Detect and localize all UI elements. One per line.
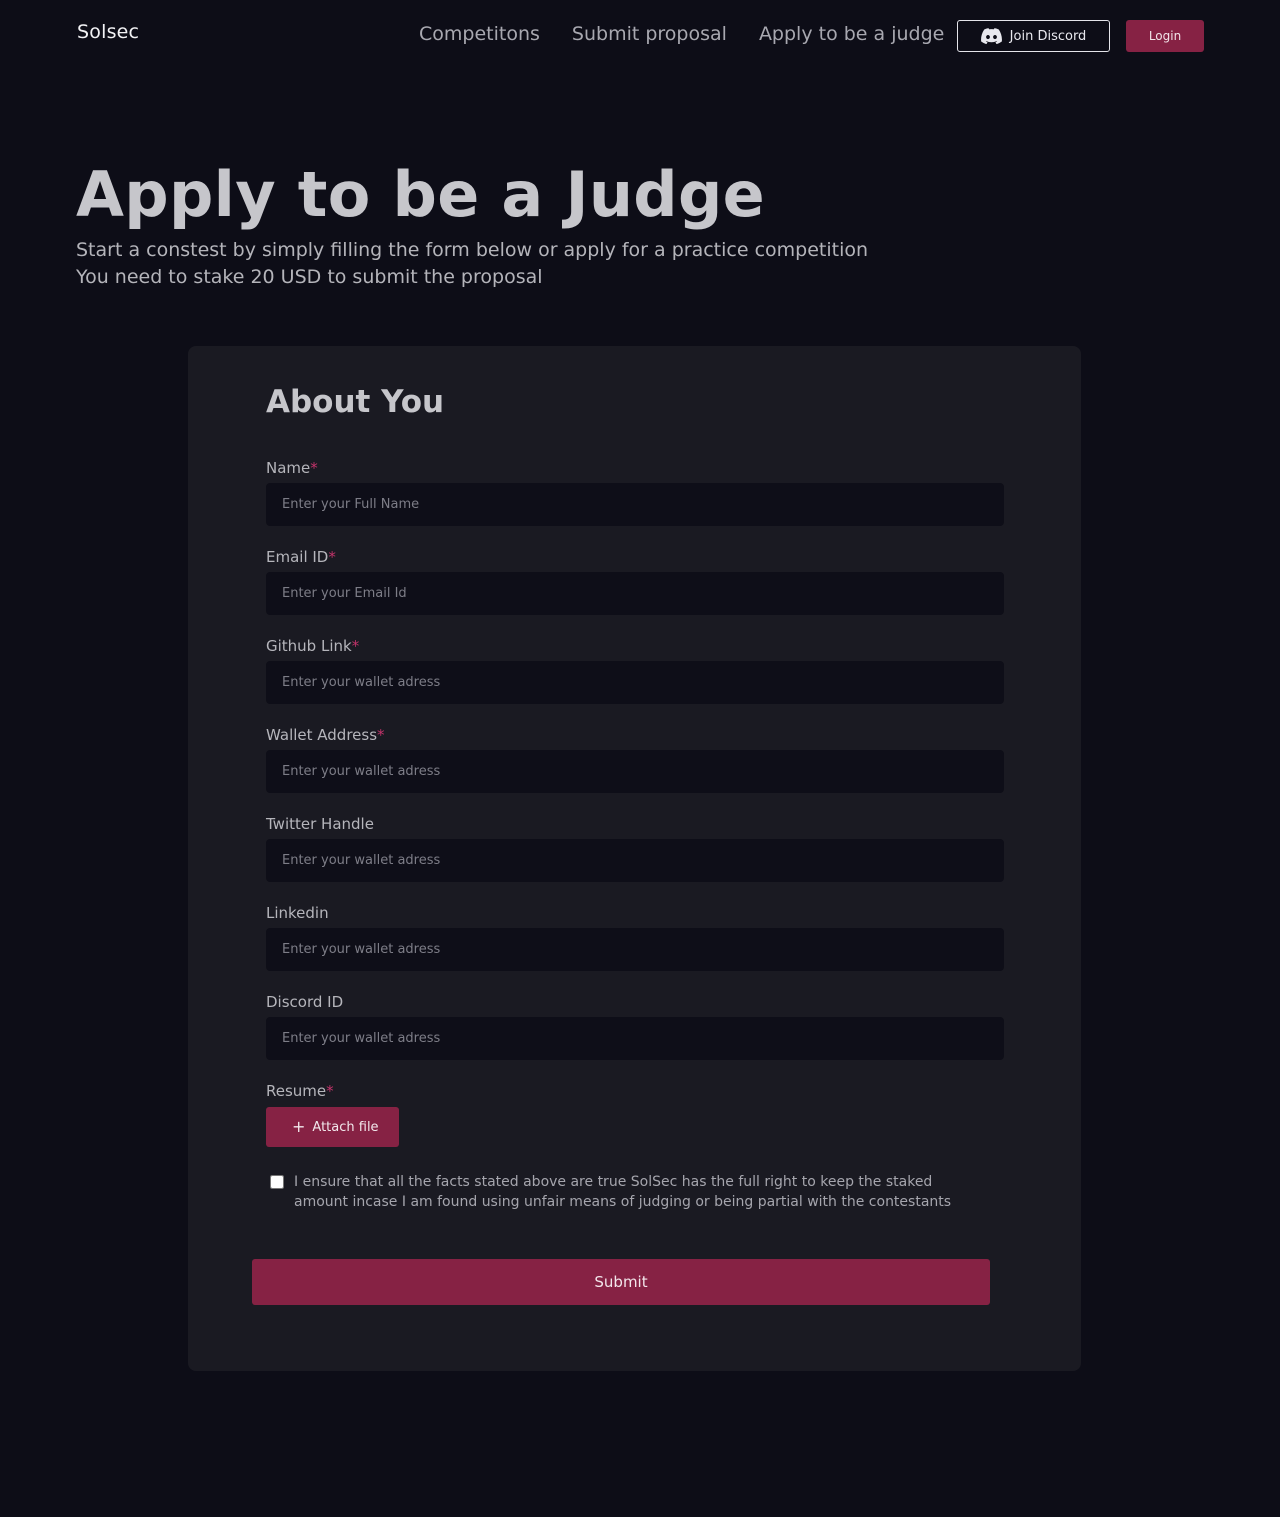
name-label-text: Name — [266, 459, 311, 477]
discord-input[interactable] — [266, 1017, 1004, 1060]
attach-file-label: Attach file — [312, 1119, 379, 1135]
required-marker: * — [328, 548, 336, 566]
discord-label: Discord ID — [266, 993, 344, 1011]
application-form-card: About You Name* Email ID* Github Link* W… — [188, 346, 1081, 1371]
linkedin-input[interactable] — [266, 928, 1004, 971]
github-label-text: Github Link — [266, 637, 352, 655]
discord-icon — [980, 28, 1002, 44]
required-marker: * — [377, 726, 385, 744]
nav-link-apply-judge[interactable]: Apply to be a judge — [759, 23, 944, 45]
resume-label: Resume* — [266, 1080, 1004, 1102]
consent-row[interactable]: I ensure that all the facts stated above… — [270, 1172, 970, 1212]
resume-field-group: Resume* + Attach file — [266, 1080, 1004, 1147]
linkedin-label: Linkedin — [266, 904, 329, 922]
github-input[interactable] — [266, 661, 1004, 704]
wallet-label: Wallet Address* — [266, 724, 1004, 746]
wallet-label-text: Wallet Address — [266, 726, 378, 744]
required-marker: * — [310, 459, 318, 477]
wallet-input[interactable] — [266, 750, 1004, 793]
resume-label-text: Resume — [266, 1082, 327, 1100]
attach-file-button[interactable]: + Attach file — [266, 1107, 399, 1147]
consent-text: I ensure that all the facts stated above… — [294, 1174, 952, 1210]
top-nav: Solsec Competitons Submit proposal Apply… — [0, 0, 1280, 72]
twitter-field-group: Twitter Handle — [266, 813, 1004, 882]
twitter-input[interactable] — [266, 839, 1004, 882]
linkedin-field-group: Linkedin — [266, 902, 1004, 971]
nav-link-submit-proposal[interactable]: Submit proposal — [572, 23, 727, 45]
email-field-group: Email ID* — [266, 546, 1004, 615]
wallet-field-group: Wallet Address* — [266, 724, 1004, 793]
nav-link-competitions[interactable]: Competitons — [419, 23, 540, 45]
page-subtitle: Start a constest by simply filling the f… — [76, 237, 868, 291]
page-title: Apply to be a Judge — [76, 158, 765, 231]
discord-field-group: Discord ID — [266, 991, 1004, 1060]
brand-logo[interactable]: Solsec — [77, 21, 139, 43]
twitter-label: Twitter Handle — [266, 815, 374, 833]
name-input[interactable] — [266, 483, 1004, 526]
email-label: Email ID* — [266, 546, 1004, 568]
join-discord-button[interactable]: Join Discord — [957, 20, 1110, 52]
required-marker: * — [351, 637, 360, 655]
login-button[interactable]: Login — [1126, 20, 1204, 52]
join-discord-label: Join Discord — [1009, 28, 1087, 44]
consent-checkbox[interactable] — [270, 1175, 284, 1189]
github-label: Github Link* — [266, 635, 1004, 657]
name-field-group: Name* — [266, 457, 1004, 526]
email-input[interactable] — [266, 572, 1004, 615]
email-label-text: Email ID — [266, 548, 329, 566]
subtitle-line-1: Start a constest by simply filling the f… — [76, 239, 869, 261]
plus-icon: + — [292, 1117, 306, 1136]
required-marker: * — [326, 1082, 334, 1100]
nav-links: Competitons Submit proposal Apply to be … — [419, 23, 944, 45]
name-label: Name* — [266, 457, 1004, 479]
section-title: About You — [266, 384, 445, 420]
submit-button[interactable]: Submit — [252, 1259, 990, 1305]
github-field-group: Github Link* — [266, 635, 1004, 704]
subtitle-line-2: You need to stake 20 USD to submit the p… — [76, 266, 543, 288]
